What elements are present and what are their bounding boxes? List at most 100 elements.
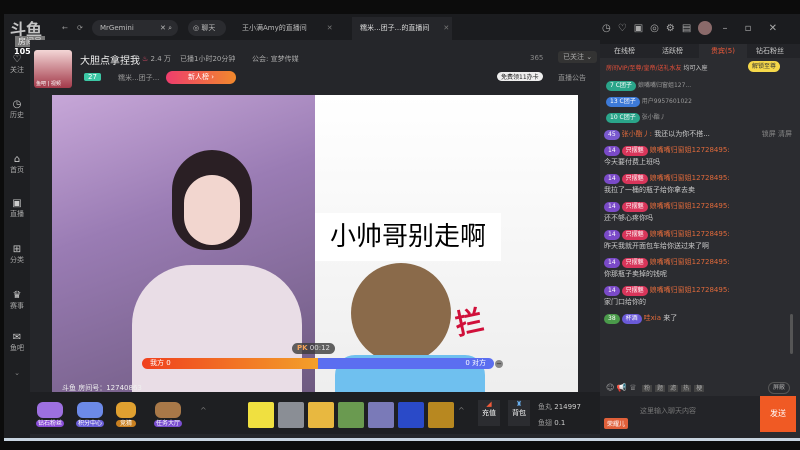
chat-messages: 45 张小酯丿: 我还以为你不搭... 锁屏 清屏 14 只摆魅 娘嘴嘴归窗姐1272… [600, 126, 796, 396]
chat-message: 14 只摆魅 娘嘴嘴归窗姐12728495: 昨天我就开面包车给你送过来了啊 [604, 230, 730, 250]
vip-seat[interactable]: 10 C团子 张小酯丿 [606, 112, 666, 123]
window-toolbar[interactable]: ◷♡▣◎⚙▤ – ▫ ✕ [600, 14, 800, 44]
lock-screen-button[interactable]: 锁屏 清屏 [762, 128, 792, 140]
unlock-button[interactable]: 解锁至尊 [748, 61, 781, 72]
backpack-icon: ♜ [515, 400, 523, 408]
pk-progress-bar: 我方 0 0 对方 [142, 358, 494, 369]
chat-message: 45 张小酯丿: 我还以为你不搭... 锁屏 清屏 [600, 126, 796, 142]
chat-panel: ◷♡▣◎⚙▤ – ▫ ✕ 在线榜 活跃榜 贵宾(5) 钻石粉丝 房间VIP/至尊… [600, 14, 800, 438]
sidebar-item-home[interactable]: ⌂ 首页 [4, 154, 30, 175]
sidebar-item-esports[interactable]: ♛ 赛事 [4, 290, 30, 311]
sidebar-item-category[interactable]: ⊞ 分类 [4, 244, 30, 265]
tab-online[interactable]: 在线榜 [614, 44, 635, 58]
gift-item[interactable] [428, 402, 454, 428]
vip-seat[interactable]: 7 C团子 娘嘴嘴归窗姐127... [606, 80, 691, 91]
streamer-avatar[interactable]: 鱼吧 | 视频 [34, 50, 72, 88]
gift-item[interactable] [398, 402, 424, 428]
backpack-button[interactable]: ♜ 背包 [508, 400, 530, 426]
dress [132, 265, 302, 392]
quiz-button[interactable]: 竞猜 [116, 402, 137, 427]
recharge-button[interactable]: ◢ 充值 [478, 400, 500, 426]
chat-tools: ☺ 📢 ♕ 粉题滤热梗 屏蔽 [600, 380, 800, 396]
emoji-icon[interactable]: ☺ [606, 383, 614, 392]
horn-icon[interactable]: 📢 [617, 383, 627, 392]
chat-scrollbar[interactable] [790, 314, 793, 354]
chat-tool-button[interactable]: 粉 [642, 385, 653, 392]
pk-timer: PK 00:12 [292, 343, 335, 354]
shield-toggle[interactable]: 屏蔽 [767, 382, 790, 394]
badge-button[interactable]: 荣耀儿 [604, 418, 629, 429]
home-icon: ⌂ [13, 154, 21, 165]
chat-tool-button[interactable]: 题 [655, 385, 666, 392]
gift-bar: 钻石粉丝 积分中心 竞猜 任务大厅 ^ ^ ◢ 充值 ♜ 背包 鱼丸 214997 … [30, 392, 600, 434]
sidebar: ♡ 关注 ◷ 历史 ⌂ 首页 ▣ 直播 ⊞ 分类 ♛ 赛事 ✉ 鱼吧 ⌄ [4, 14, 30, 438]
chat-tool-button[interactable]: 梗 [694, 385, 705, 392]
heat: ♨ 2.4 万 [142, 55, 171, 63]
fish-ball: 鱼丸 214997 [538, 403, 581, 411]
tab-diamond[interactable]: 钻石粉丝 [756, 44, 784, 58]
vip-notice: 房间VIP/至尊/皇帝/送礼水友 均可入座 [606, 65, 708, 72]
follow-button[interactable]: 已关注 ⌄ [558, 51, 598, 63]
tab-room-1[interactable]: 王小满Amy的直播间 ✕ [242, 20, 333, 36]
task-hall-button[interactable]: 任务大厅 [154, 402, 183, 427]
expand-icon[interactable]: ^ [200, 406, 207, 415]
fishbar-icon: ✉ [12, 332, 22, 343]
back-icon[interactable]: ← [62, 20, 68, 36]
taskbar [4, 438, 800, 441]
notice-button[interactable]: 直播公告 [558, 73, 586, 83]
points-center-button[interactable]: 积分中心 [76, 402, 105, 427]
close-icon[interactable]: ✕ [327, 24, 333, 32]
category-icon: ⊞ [12, 244, 22, 255]
room-info: 鱼吧 | 视频 大胆点拿捏我 ♨ 2.4 万 已播1小时20分钟 公会: 宣梦传… [30, 40, 600, 95]
app-window: ♡ 关注 ◷ 历史 ⌂ 首页 ▣ 直播 ⊞ 分类 ♛ 赛事 ✉ 鱼吧 ⌄ ← ⟳ MrGemi… [4, 14, 800, 438]
monkey-image [351, 263, 451, 363]
refresh-icon[interactable]: ⟳ [77, 20, 83, 36]
rank-tabs: 在线榜 活跃榜 贵宾(5) 钻石粉丝 [600, 44, 800, 58]
gift-item[interactable] [338, 402, 364, 428]
video-player[interactable]: 小帅哥别走啊 拦 PK 00:12 我方 0 0 对方 − 斗鱼 房间号：127… [52, 95, 578, 392]
chat-button[interactable]: ◎ 聊天 [188, 20, 226, 36]
tab-active[interactable]: 活跃榜 [662, 44, 683, 58]
chat-tool-button[interactable]: 滤 [668, 385, 679, 392]
chat-message: 14 只摆魅 娘嘴嘴归窗姐12728495: 还不够心疼你吗 [604, 202, 730, 222]
gift-item[interactable] [248, 402, 274, 428]
new-rank-button[interactable]: 新人榜 › [166, 71, 236, 84]
streamer-video [52, 95, 315, 392]
close-icon[interactable]: ✕ [443, 24, 449, 32]
chat-tool-button[interactable]: 热 [681, 385, 692, 392]
chat-input[interactable]: 这里输入聊天内容 荣耀儿 [600, 396, 760, 438]
fire-icon: ♨ [142, 55, 149, 63]
sidebar-item-history[interactable]: ◷ 历史 [4, 99, 30, 120]
gift-item[interactable] [308, 402, 334, 428]
sidebar-item-fishbar[interactable]: ✉ 鱼吧 [4, 332, 30, 353]
gift-item[interactable] [278, 402, 304, 428]
sidebar-item-follow[interactable]: ♡ 关注 [4, 54, 30, 75]
sidebar-expand-icon[interactable]: ⌄ [4, 369, 30, 377]
expand-icon[interactable]: ^ [458, 406, 465, 415]
trophy-icon: ♛ [12, 290, 22, 301]
sidebar-item-live[interactable]: ▣ 直播 [4, 198, 30, 219]
meme-video: 小帅哥别走啊 拦 [315, 95, 578, 392]
search-icon[interactable]: ✕ ⌕ [160, 20, 172, 36]
collapse-pk-icon[interactable]: − [495, 360, 503, 368]
send-button[interactable]: 发送 [760, 396, 796, 432]
vip-seat[interactable]: 13 C团子 用户9957601022 [606, 96, 692, 107]
history-icon: ◷ [12, 99, 22, 110]
chat-message: 14 只摆魅 娘嘴嘴归窗姐12728495: 你那瓶子卖掉的钱呢 [604, 258, 730, 278]
crown-icon[interactable]: ♕ [629, 383, 636, 392]
clear-screen-button[interactable]: 清屏 [778, 130, 792, 138]
free-card-button[interactable]: 免费领11办卡 [497, 72, 543, 81]
chat-message: 14 只摆魅 娘嘴嘴归窗姐12728495: 今天要付费上班吗 [604, 146, 730, 166]
chat-message: 14 只摆魅 娘嘴嘴归窗姐12728495: 我拉了一桶的瓶子给你拿去卖 [604, 174, 730, 194]
tab-vip[interactable]: 贵宾(5) [699, 44, 747, 58]
recharge-icon: ◢ [486, 400, 492, 408]
face [184, 175, 240, 245]
live-icon: ▣ [12, 198, 22, 209]
chat-message: 14 只摆魅 娘嘴嘴归窗姐12728495: 家门口给你的 [604, 286, 730, 306]
user-avatar[interactable] [698, 21, 713, 35]
tab-room-2[interactable]: 糯米...团子...的直播间 ✕ [352, 17, 452, 40]
enter-message: 38 杯酒 哇xia 来了 [600, 310, 796, 326]
search-input[interactable]: MrGemini ✕ ⌕ [92, 20, 178, 36]
diamond-fans-button[interactable]: 钻石粉丝 [36, 402, 65, 427]
gift-item[interactable] [368, 402, 394, 428]
